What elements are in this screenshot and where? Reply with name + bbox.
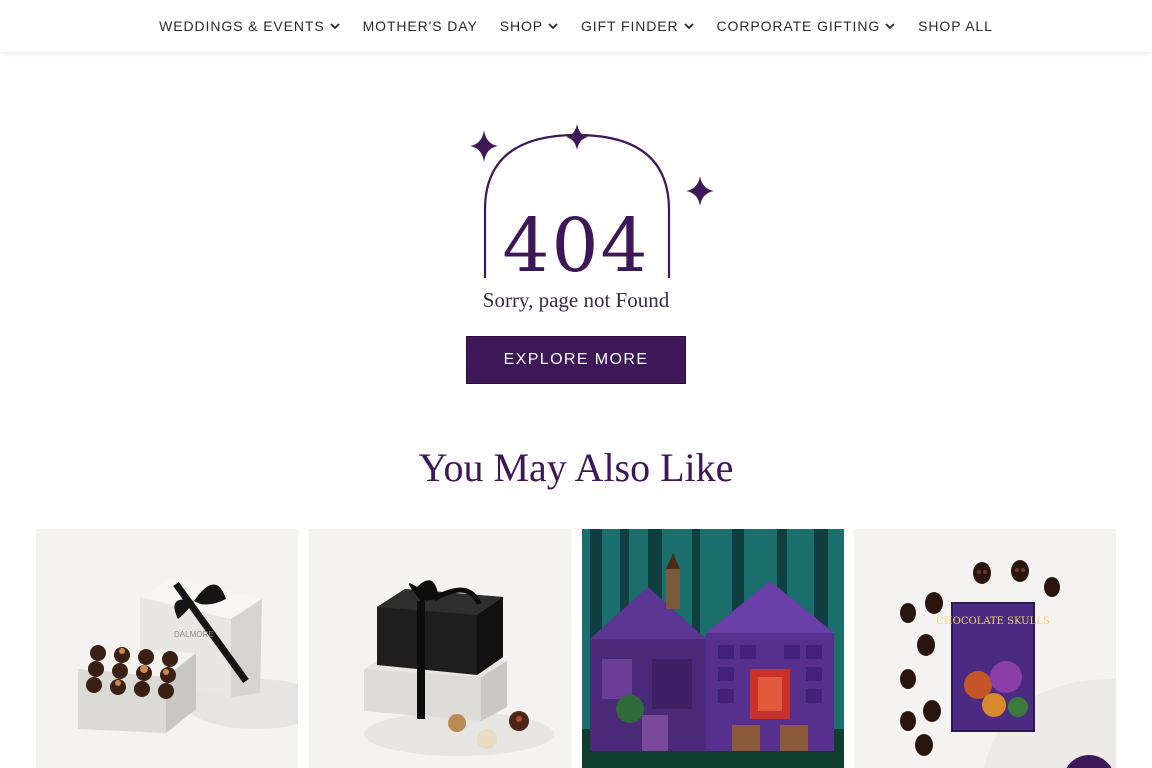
nav-item-gift-finder[interactable]: GIFT FINDER [570,18,706,34]
nav-item-shop-all[interactable]: SHOP ALL [907,18,1004,34]
nav-item-label: CORPORATE GIFTING [716,18,881,34]
recommendations-title: You May Also Like [418,445,734,490]
error-code: 404 [502,203,650,289]
product-image [309,529,571,768]
main-nav: WEDDINGS & EVENTS MOTHER'S DAY SHOP GIFT… [0,0,1152,52]
product-image: CHOCOLATE SKULLS [854,529,1116,768]
chevron-down-icon [683,23,694,30]
product-card[interactable]: CHOCOLATE SKULLS [854,529,1116,768]
nav-item-weddings-events[interactable]: WEDDINGS & EVENTS [148,18,351,34]
nav-item-label: MOTHER'S DAY [362,18,478,34]
nav-item-shop[interactable]: SHOP [489,18,570,34]
nav-item-label: WEDDINGS & EVENTS [159,18,325,34]
product-card[interactable]: DALMORE [36,529,298,768]
nav-item-corporate-gifting[interactable]: CORPORATE GIFTING [706,18,908,34]
product-card[interactable] [309,529,571,768]
chevron-down-icon [329,23,340,30]
nav-item-mothers-day[interactable]: MOTHER'S DAY [352,18,489,34]
nav-item-label: GIFT FINDER [581,18,679,34]
product-image: DALMORE [36,529,298,768]
box-brand-text: DALMORE [174,630,214,639]
nav-item-label: SHOP ALL [918,18,993,34]
nav-item-label: SHOP [499,18,544,34]
product-card[interactable] [582,529,844,768]
product-image [582,529,844,768]
explore-more-button[interactable]: EXPLORE MORE [466,336,686,384]
error-message: Sorry, page not Found [482,288,670,312]
chevron-down-icon [885,23,895,30]
chevron-down-icon [548,23,558,30]
box-title-text: CHOCOLATE SKULLS [936,616,1050,627]
